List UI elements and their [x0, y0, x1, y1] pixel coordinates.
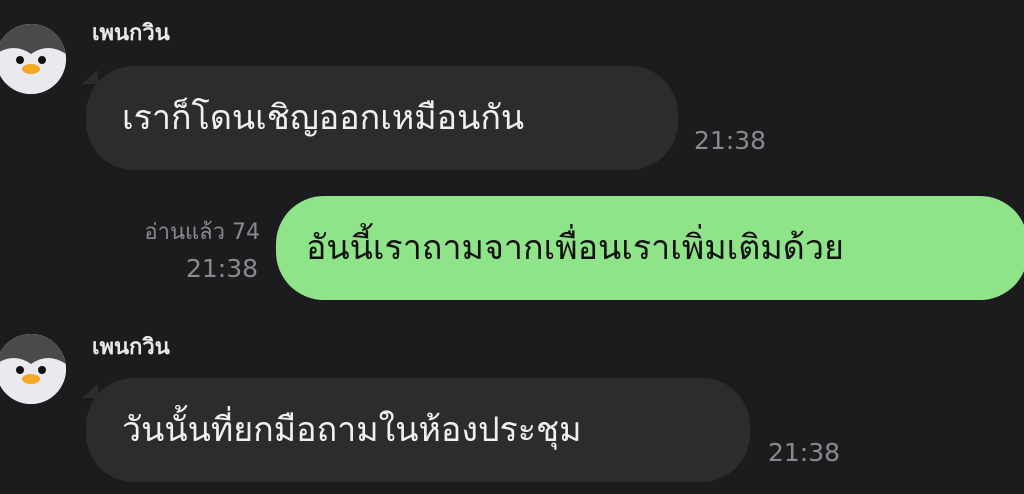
read-count-label: อ่านแล้ว 74: [144, 220, 260, 245]
sender-name: เพนกวิน: [92, 335, 170, 360]
message-time: 21:38: [186, 254, 259, 283]
sender-name: เพนกวิน: [92, 21, 170, 46]
message-text: อันนี้เราถามจากเพื่อนเราเพิ่มเติมด้วย: [306, 228, 844, 268]
message-time: 21:38: [694, 126, 767, 155]
message-bubble[interactable]: อันนี้เราถามจากเพื่อนเราเพิ่มเติมด้วย: [276, 196, 1024, 300]
message-bubble[interactable]: เราก็โดนเชิญออกเหมือนกัน: [86, 66, 678, 170]
message-time: 21:38: [768, 438, 841, 467]
message-text: เราก็โดนเชิญออกเหมือนกัน: [122, 98, 525, 138]
chat-area[interactable]: เพนกวิน เราก็โดนเชิญออกเหมือนกัน 21:38 อ…: [0, 0, 1024, 494]
read-receipt: อ่านแล้ว 74: [96, 218, 260, 248]
message-bubble[interactable]: วันนั้นที่ยกมือถามในห้องประชุม: [86, 378, 750, 482]
bubble-tail: [82, 70, 98, 84]
penguin-avatar-icon[interactable]: [0, 334, 66, 404]
message-text: วันนั้นที่ยกมือถามในห้องประชุม: [122, 410, 582, 450]
penguin-avatar-icon[interactable]: [0, 24, 66, 94]
